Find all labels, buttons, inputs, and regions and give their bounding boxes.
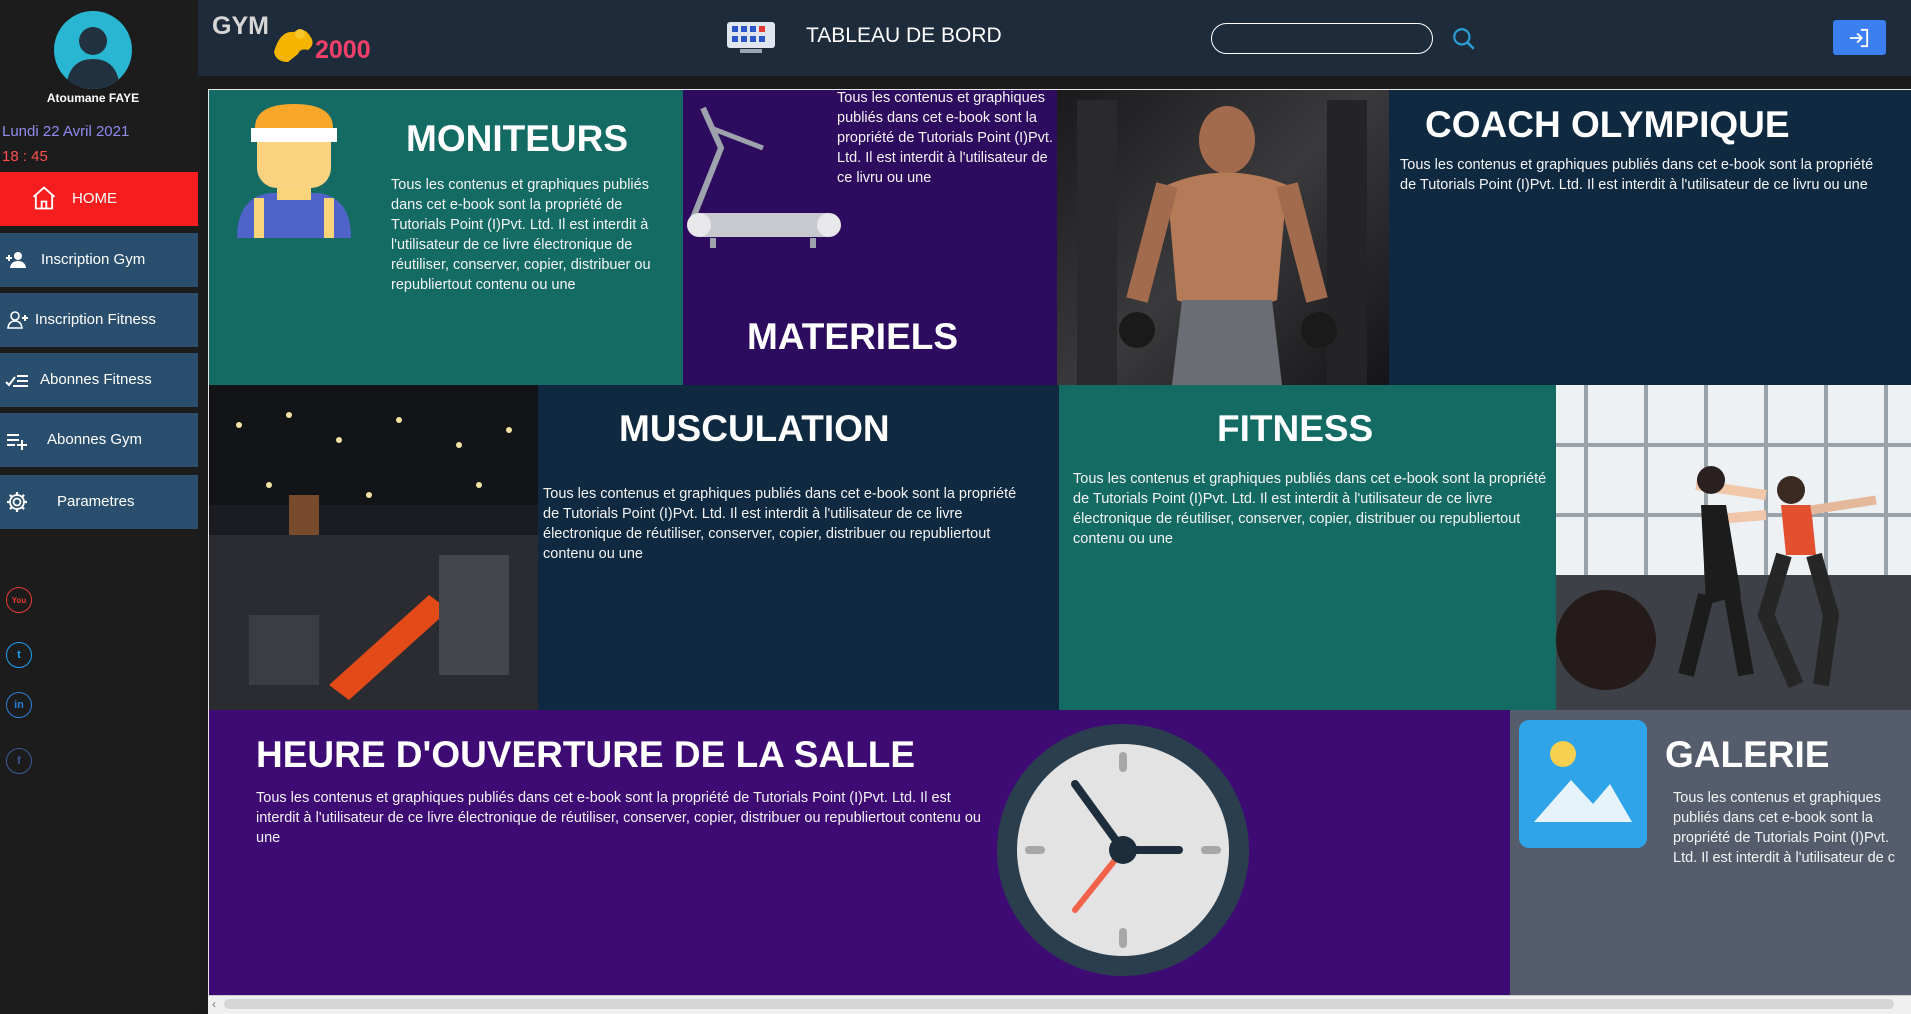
panel-text: Tous les contenus et graphiques publiés … — [256, 790, 981, 846]
twitter-icon[interactable]: t — [6, 642, 32, 668]
panel-title: MUSCULATION — [619, 408, 890, 449]
treadmill-icon — [687, 106, 841, 248]
panel-text: Tous les contenus et graphiques publiés … — [1400, 157, 1874, 193]
trainer-avatar-icon — [237, 104, 351, 238]
user-silhouette-icon — [66, 27, 120, 89]
search-input[interactable] — [1211, 23, 1433, 54]
horizontal-scrollbar[interactable]: ‹ — [208, 995, 1911, 1014]
coach-photo — [1057, 90, 1389, 385]
linkedin-glyph: in — [14, 699, 24, 711]
panel-title: MATERIELS — [747, 316, 959, 357]
panel-text: Tous les contenus et graphiques publiés … — [1073, 471, 1547, 547]
scrollbar-thumb[interactable] — [224, 999, 1894, 1009]
user-add-icon — [6, 252, 26, 268]
nav-label: Abonnes Gym — [47, 431, 143, 448]
nav-parametres[interactable]: Parametres — [0, 475, 198, 529]
search-icon[interactable] — [1451, 26, 1477, 52]
playlist-add-icon — [7, 434, 27, 450]
panel-title: MONITEURS — [406, 118, 628, 159]
panel-title: HEURE D'OUVERTURE DE LA SALLE — [256, 734, 916, 775]
nav-label: Abonnes Fitness — [40, 371, 152, 388]
linkedin-icon[interactable]: in — [6, 692, 32, 718]
logo-gym-text: GYM — [212, 12, 269, 40]
gear-icon — [7, 492, 27, 512]
checklist-icon — [5, 375, 28, 387]
panel-text: Tous les contenus et graphiques publiés … — [543, 486, 1017, 562]
logout-button[interactable] — [1833, 20, 1886, 55]
flexing-arm-icon — [274, 29, 313, 62]
panel-heure-ouverture[interactable]: HEURE D'OUVERTURE DE LA SALLE Tous les c… — [209, 710, 1510, 995]
nav-label: HOME — [72, 190, 117, 207]
facebook-icon[interactable]: f — [6, 748, 32, 774]
panel-text: Tous les contenus et graphiques publiés … — [1673, 790, 1895, 866]
scroll-left-icon[interactable]: ‹ — [212, 997, 216, 1011]
avatar[interactable] — [54, 11, 132, 89]
nav-label: Inscription Gym — [41, 251, 146, 268]
panel-fitness[interactable]: FITNESS Tous les contenus et graphiques … — [1059, 385, 1556, 710]
nav-label: Inscription Fitness — [35, 311, 156, 328]
current-date: Lundi 22 Avril 2021 — [2, 123, 130, 140]
dashboard-icon — [727, 22, 775, 53]
nav-abonnes-gym[interactable]: Abonnes Gym — [0, 413, 198, 467]
nav-home[interactable]: HOME — [0, 172, 198, 226]
athlete-photo-placeholder — [1077, 100, 1367, 385]
nav-inscription-gym[interactable]: Inscription Gym — [0, 233, 198, 287]
panel-text: Tous les contenus et graphiques publiés … — [391, 177, 651, 293]
panel-text: Tous les contenus et graphiques publiés … — [837, 90, 1053, 186]
current-time: 18 : 45 — [2, 148, 48, 165]
user-name: Atoumane FAYE — [46, 91, 140, 105]
panel-moniteurs[interactable]: MONITEURS Tous les contenus et graphique… — [209, 90, 683, 385]
sign-in-icon — [1849, 28, 1869, 48]
panel-galerie[interactable]: GALERIE Tous les contenus et graphiques … — [1510, 710, 1911, 995]
gym-photo — [209, 385, 538, 710]
youtube-glyph: You — [11, 595, 27, 605]
twitter-glyph: t — [17, 649, 21, 661]
nav-abonnes-fitness[interactable]: Abonnes Fitness — [0, 353, 198, 407]
panel-musculation[interactable]: MUSCULATION Tous les contenus et graphiq… — [538, 385, 1059, 710]
panel-title: COACH OLYMPIQUE — [1425, 104, 1790, 145]
youtube-icon[interactable]: You — [6, 587, 32, 613]
panel-title: GALERIE — [1665, 734, 1830, 775]
image-gallery-icon — [1519, 720, 1647, 848]
page-title: TABLEAU DE BORD — [806, 24, 1002, 47]
home-icon — [32, 186, 56, 210]
nav-inscription-fitness[interactable]: Inscription Fitness — [0, 293, 198, 347]
panel-title: FITNESS — [1217, 408, 1374, 449]
fitness-photo — [1556, 385, 1911, 710]
panel-materiels[interactable]: Tous les contenus et graphiques publiés … — [683, 90, 1057, 385]
fitness-photo-placeholder — [1556, 385, 1911, 710]
top-bar: GYM 2000 TABLEAU DE BORD — [198, 0, 1911, 76]
sidebar: Atoumane FAYE Lundi 22 Avril 2021 18 : 4… — [0, 0, 198, 1013]
panel-coach[interactable]: COACH OLYMPIQUE Tous les contenus et gra… — [1389, 90, 1911, 385]
clock-icon — [997, 724, 1249, 976]
user-add-outline-icon — [7, 311, 28, 329]
gym-photo-placeholder — [209, 385, 538, 710]
nav-label: Parametres — [57, 493, 135, 510]
facebook-glyph: f — [17, 755, 21, 767]
logo-2000-text: 2000 — [315, 36, 371, 64]
